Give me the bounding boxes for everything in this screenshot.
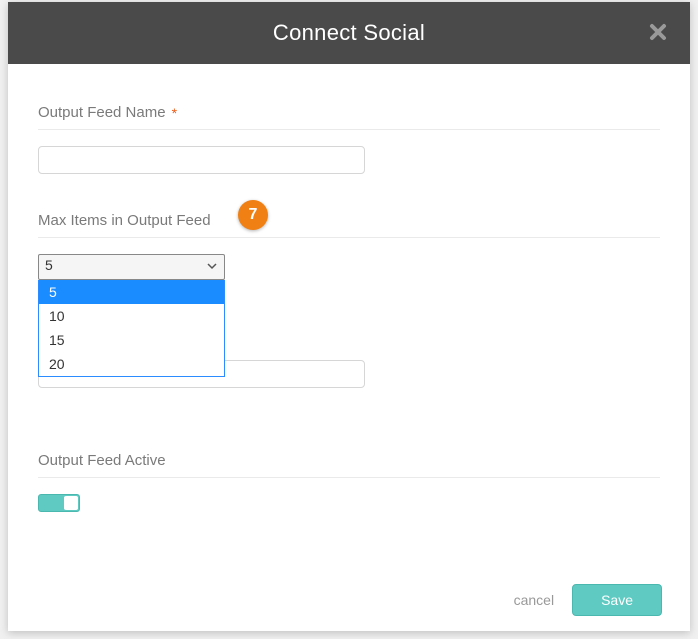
label-row: Output Feed Active <box>38 452 660 478</box>
modal-header: Connect Social <box>8 2 690 64</box>
dropdown-option[interactable]: 5 <box>39 280 224 304</box>
max-items-select[interactable]: 5 <box>38 254 225 280</box>
output-feed-name-group: Output Feed Name * <box>38 104 660 174</box>
label-row: Output Feed Name * <box>38 104 660 130</box>
close-icon <box>648 22 668 42</box>
max-items-dropdown: 5 10 15 20 <box>38 280 225 377</box>
close-button[interactable] <box>648 20 668 46</box>
output-feed-active-label: Output Feed Active <box>38 452 166 469</box>
dropdown-option[interactable]: 20 <box>39 352 224 376</box>
modal-dialog: Connect Social Output Feed Name * Max It… <box>8 2 690 631</box>
save-button[interactable]: Save <box>572 584 662 616</box>
modal-title: Connect Social <box>273 20 425 46</box>
modal-body: Output Feed Name * Max Items in Output F… <box>8 64 690 570</box>
output-feed-active-toggle[interactable] <box>38 494 80 512</box>
max-items-select-wrap: 5 5 10 15 20 <box>38 254 225 280</box>
max-items-label: Max Items in Output Feed <box>38 212 211 229</box>
required-mark: * <box>172 105 177 121</box>
annotation-number: 7 <box>249 206 258 224</box>
output-feed-name-label: Output Feed Name <box>38 104 166 121</box>
label-row: Max Items in Output Feed 7 <box>38 212 660 238</box>
dropdown-option[interactable]: 10 <box>39 304 224 328</box>
max-items-group: Max Items in Output Feed 7 5 5 10 15 20 <box>38 212 660 280</box>
dropdown-option[interactable]: 15 <box>39 328 224 352</box>
cancel-button[interactable]: cancel <box>514 592 554 608</box>
modal-footer: cancel Save <box>8 570 690 636</box>
output-feed-name-input[interactable] <box>38 146 365 174</box>
toggle-handle <box>64 496 78 510</box>
output-feed-active-group: Output Feed Active <box>38 452 660 512</box>
annotation-badge: 7 <box>238 200 268 230</box>
